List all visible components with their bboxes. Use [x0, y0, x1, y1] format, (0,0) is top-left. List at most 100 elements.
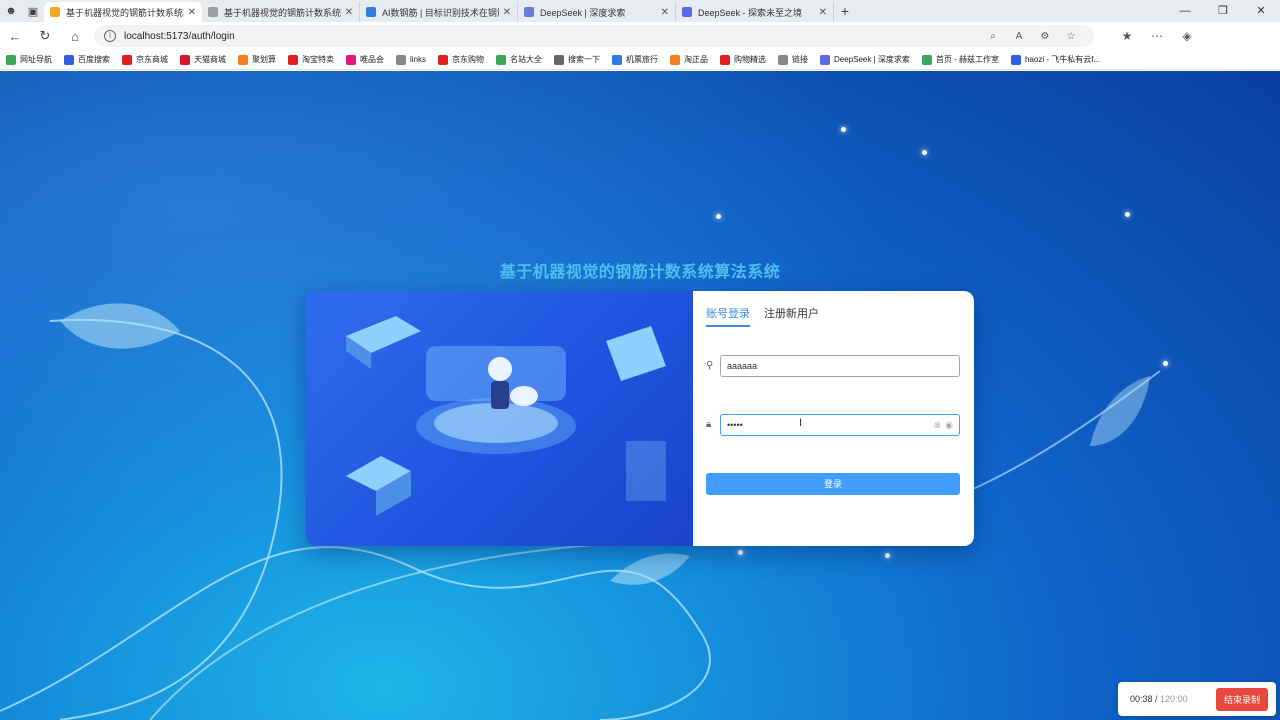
back-icon[interactable]: ←	[0, 29, 30, 44]
bookmark-favicon-icon	[288, 54, 298, 65]
bookmark-label: 京东商城	[136, 55, 168, 64]
address-input[interactable]: i localhost:5173/auth/login ⌕ A ⚙ ☆	[94, 25, 1094, 47]
tab-title: 基于机器视觉的钢筋计数系统算法	[224, 7, 341, 18]
browser-tab-1[interactable]: 基于机器视觉的钢筋计数系统算法 ✕	[44, 2, 202, 22]
bookmark-favicon-icon	[438, 54, 449, 65]
bookmark-item[interactable]: 链接	[778, 54, 808, 65]
password-value: •••••	[727, 420, 743, 430]
bookmark-label: DeepSeek | 深度求索	[834, 55, 910, 64]
recording-total: 120:00	[1160, 694, 1188, 704]
browser-tab-3[interactable]: AI数钢筋 | 目标识别技术在钢筋计 ✕	[360, 2, 518, 22]
bookmark-label: 聚划算	[252, 55, 276, 64]
username-value: aaaaaa	[727, 361, 758, 371]
tab-register[interactable]: 注册新用户	[764, 305, 819, 327]
browser-tab-2[interactable]: 基于机器视觉的钢筋计数系统算法 ✕	[202, 2, 360, 22]
window-controls: — ❐ ✕	[1166, 0, 1280, 22]
copilot-icon[interactable]: ◈	[1172, 29, 1202, 43]
home-icon[interactable]: ⌂	[60, 29, 90, 44]
bookmark-item[interactable]: 聚划算	[238, 54, 276, 65]
lock-icon: 🔒︎	[706, 419, 712, 430]
bookmark-label: 购物精选	[734, 55, 767, 64]
bookmark-favicon-icon	[396, 54, 406, 65]
tab-close-icon[interactable]: ✕	[819, 7, 827, 18]
browser-tab-4[interactable]: DeepSeek | 深度求索 ✕	[518, 2, 676, 22]
address-bar-row: ← ↻ ⌂ i localhost:5173/auth/login ⌕ A ⚙ …	[0, 22, 1280, 50]
bookmark-item[interactable]: 淘宝特卖	[288, 54, 334, 65]
extension-icon[interactable]: ⚙	[1032, 31, 1058, 42]
stop-recording-button[interactable]: 结束录制	[1215, 687, 1268, 711]
bookmark-item[interactable]: 机票旅行	[612, 54, 658, 65]
favorites-icon[interactable]: ★	[1112, 29, 1142, 43]
close-window-icon[interactable]: ✕	[1242, 0, 1280, 22]
bookmark-item[interactable]: haozi - 飞牛私有云f...	[1011, 54, 1100, 65]
tab-close-icon[interactable]: ✕	[503, 7, 511, 18]
minimize-icon[interactable]: —	[1166, 0, 1204, 22]
bookmark-label: 淘正品	[684, 55, 709, 64]
star	[1163, 361, 1168, 366]
browser-toolbar: ★ ⋯ ◈	[1112, 29, 1202, 43]
bookmark-favicon-icon	[554, 54, 565, 65]
bookmark-favicon-icon	[720, 54, 731, 65]
star	[738, 550, 743, 555]
tab-title: DeepSeek - 探索未至之境	[698, 7, 803, 18]
tab-title: AI数钢筋 | 目标识别技术在钢筋计	[382, 7, 499, 18]
bookmark-item[interactable]: DeepSeek | 深度求索	[820, 54, 910, 65]
search-page-icon[interactable]: ⌕	[980, 31, 1006, 42]
bookmark-favicon-icon	[6, 54, 16, 65]
bookmark-favicon-icon	[238, 54, 248, 65]
tab-actions-icon[interactable]: ▣	[22, 0, 44, 22]
bookmark-item[interactable]: 京东购物	[438, 54, 484, 65]
profile-icon[interactable]: ☻	[0, 0, 22, 22]
bookmark-label: 京东购物	[452, 55, 485, 64]
new-tab-button[interactable]: +	[834, 3, 856, 19]
clear-icon[interactable]: ⊗	[934, 420, 942, 431]
read-aloud-icon[interactable]: A	[1006, 31, 1032, 42]
more-menu-icon[interactable]: ⋯	[1142, 29, 1172, 43]
bookmark-favicon-icon	[820, 54, 831, 65]
browser-tab-5[interactable]: DeepSeek - 探索未至之境 ✕	[676, 2, 834, 22]
bookmark-label: 首页 - 赫兹工作室	[935, 55, 1000, 64]
tab-close-icon[interactable]: ✕	[661, 7, 669, 18]
bookmark-label: 搜索一下	[568, 55, 601, 64]
bookmark-label: 百度搜索	[78, 55, 110, 64]
bookmark-item[interactable]: 搜索一下	[554, 54, 600, 65]
password-input[interactable]: ••••• ⊗ ◉	[720, 414, 960, 436]
bookmark-item[interactable]: 京东商城	[122, 54, 168, 65]
maximize-icon[interactable]: ❐	[1204, 0, 1242, 22]
favorite-star-icon[interactable]: ☆	[1058, 31, 1084, 42]
login-button[interactable]: 登录	[706, 473, 960, 495]
login-illustration	[306, 291, 693, 546]
bookmark-item[interactable]: 首页 - 赫兹工作室	[921, 54, 1000, 65]
tab-title: 基于机器视觉的钢筋计数系统算法	[66, 7, 184, 18]
bookmark-item[interactable]: 名站大全	[496, 54, 542, 65]
star	[922, 150, 927, 155]
bookmark-item[interactable]: 百度搜索	[64, 54, 110, 65]
bookmark-item[interactable]: 网址导航	[6, 54, 52, 65]
tab-favicon-icon	[524, 7, 534, 17]
username-input[interactable]: aaaaaa	[720, 355, 960, 377]
recording-timer: 00:38 / 120:00	[1130, 694, 1188, 704]
tab-account-login[interactable]: 账号登录	[706, 305, 750, 327]
tab-close-icon[interactable]: ✕	[345, 7, 353, 18]
bookmark-label: 链接	[792, 55, 809, 64]
bookmarks-bar: 网址导航 百度搜索 京东商城 天猫商城 聚划算 淘宝特卖 唯品会 links 京东购物 名站大全 搜…	[0, 50, 1280, 70]
site-info-icon[interactable]: i	[104, 30, 116, 42]
bookmark-favicon-icon	[1011, 54, 1022, 65]
bookmark-favicon-icon	[496, 54, 507, 65]
tab-favicon-icon	[682, 7, 692, 17]
bookmark-item[interactable]: 天猫商城	[180, 54, 226, 65]
eye-icon[interactable]: ◉	[945, 420, 953, 431]
star	[716, 214, 721, 219]
tab-close-icon[interactable]: ✕	[188, 7, 196, 18]
bookmark-item[interactable]: links	[396, 54, 426, 65]
bookmark-label: 天猫商城	[194, 55, 226, 64]
bookmark-label: 唯品会	[360, 55, 384, 64]
bookmark-item[interactable]: 淘正品	[670, 54, 708, 65]
login-tabs: 账号登录 注册新用户	[706, 305, 819, 327]
bookmark-item[interactable]: 唯品会	[346, 54, 384, 65]
bookmark-favicon-icon	[346, 54, 356, 65]
bookmark-item[interactable]: 购物精选	[720, 54, 766, 65]
reload-icon[interactable]: ↻	[30, 28, 60, 44]
star	[841, 127, 846, 132]
login-page: 基于机器视觉的钢筋计数系统算法系统 账号登录 注册新用户 ⚲ aaaaaa 🔒︎…	[0, 71, 1280, 720]
